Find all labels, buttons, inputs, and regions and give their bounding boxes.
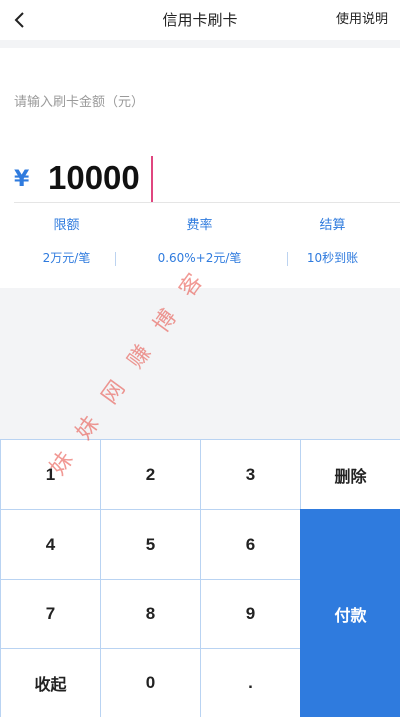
rate-value: 0.60%+2元/笔 [157, 251, 242, 265]
key-decimal[interactable]: . [200, 648, 300, 717]
key-1[interactable]: 1 [0, 439, 100, 509]
pay-button[interactable]: 付款 [300, 509, 400, 717]
key-3[interactable]: 3 [200, 439, 300, 509]
text-caret [151, 156, 153, 202]
settlement-label: 结算 [319, 218, 346, 233]
key-0[interactable]: 0 [100, 648, 200, 717]
watermark: 妹妹网赚博客 [46, 252, 325, 480]
top-bar: 信用卡刷卡 使用说明 [0, 0, 400, 40]
key-5[interactable]: 5 [100, 509, 200, 579]
collapse-button[interactable]: 收起 [0, 648, 100, 717]
limit-info: 限额 2万元/笔 [0, 216, 133, 268]
key-8[interactable]: 8 [100, 579, 200, 648]
section-gap [0, 40, 400, 48]
settlement-info: 结算 10秒到账 [266, 216, 399, 268]
delete-button[interactable]: 删除 [300, 439, 400, 509]
amount-input[interactable] [48, 156, 348, 200]
info-divider [115, 252, 116, 266]
amount-label: 请输入刷卡金额（元） [14, 95, 145, 110]
settlement-value: 10秒到账 [306, 251, 359, 265]
key-6[interactable]: 6 [200, 509, 300, 579]
key-7[interactable]: 7 [0, 579, 100, 648]
rate-info: 费率 0.60%+2元/笔 [133, 216, 266, 268]
key-4[interactable]: 4 [0, 509, 100, 579]
limit-label: 限额 [53, 218, 80, 233]
key-2[interactable]: 2 [100, 439, 200, 509]
amount-row: ¥ [0, 150, 400, 206]
key-9[interactable]: 9 [200, 579, 300, 648]
amount-divider [14, 202, 400, 203]
currency-symbol: ¥ [14, 167, 30, 192]
rate-label: 费率 [186, 218, 213, 233]
help-link[interactable]: 使用说明 [336, 0, 388, 40]
limit-value: 2万元/笔 [42, 251, 91, 265]
numeric-keypad: 1 2 3 删除 4 5 6 7 8 9 收起 0 . 付款 [0, 439, 400, 717]
amount-card: 请输入刷卡金额（元） ¥ 限额 2万元/笔 费率 0.60%+2元/笔 结算 1… [0, 48, 400, 288]
